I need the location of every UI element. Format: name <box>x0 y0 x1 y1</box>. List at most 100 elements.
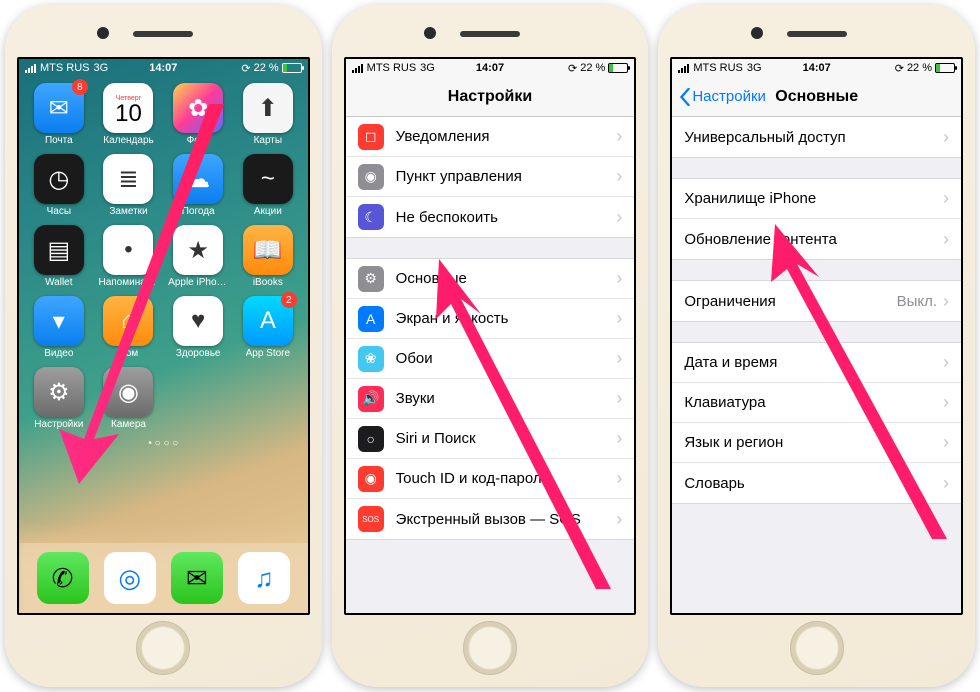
settings-row-Touch ID и код-пароль[interactable]: ◉Touch ID и код-пароль› <box>346 459 635 499</box>
settings-row-Словарь[interactable]: Словарь › <box>672 463 961 503</box>
screen-general: MTS RUS 3G 14:07 ⟳ 22 % Настройки Основн… <box>670 57 963 615</box>
dock-safari[interactable]: ◎ <box>104 552 156 604</box>
chevron-right-icon: › <box>616 428 622 449</box>
settings-row-Обновление контента[interactable]: Обновление контента› <box>672 219 961 259</box>
row-icon: SOS <box>358 506 384 532</box>
badge: 2 <box>281 292 297 308</box>
status-bar: MTS RUS 3G 14:07 ⟳ 22 % <box>346 59 635 77</box>
chevron-left-icon <box>678 88 692 106</box>
carrier-label: MTS RUS <box>693 62 743 74</box>
row-label: Дата и время <box>684 354 777 371</box>
row-label: Не беспокоить <box>396 209 498 226</box>
lock-icon: ⟳ <box>895 62 904 75</box>
back-label: Настройки <box>692 88 766 105</box>
app-Настройки[interactable]: ⚙Настройки <box>27 367 91 430</box>
signal-icon <box>25 64 36 73</box>
home-button[interactable] <box>790 621 844 675</box>
chevron-right-icon: › <box>616 207 622 228</box>
speaker <box>787 31 847 37</box>
row-icon: ◉ <box>358 164 384 190</box>
app-Календарь[interactable]: Четверг10Календарь <box>97 83 161 146</box>
app-Фото[interactable]: ✿Фото <box>166 83 230 146</box>
settings-row-Не беспокоить[interactable]: ☾Не беспокоить› <box>346 197 635 237</box>
row-icon: A <box>358 306 384 332</box>
row-label: Siri и Поиск <box>396 430 476 447</box>
app-Дом[interactable]: ⌂Дом <box>97 296 161 359</box>
row-label: Экран и яркость <box>396 310 509 327</box>
row-label: Клавиатура <box>684 394 765 411</box>
settings-row-Клавиатура[interactable]: Клавиатура› <box>672 383 961 423</box>
row-label: Ограничения <box>684 293 775 310</box>
settings-row-Универсальный доступ[interactable]: Универсальный доступ› <box>672 117 961 157</box>
app-Здоровье[interactable]: ♥Здоровье <box>166 296 230 359</box>
app-Apple iPhon…[interactable]: ★Apple iPhon… <box>166 225 230 288</box>
app-App Store[interactable]: A2App Store <box>236 296 300 359</box>
row-label: Словарь <box>684 475 744 492</box>
app-Почта[interactable]: ✉︎8Почта <box>27 83 91 146</box>
status-bar: MTS RUS 3G 14:07 ⟳ 22 % <box>672 59 961 77</box>
app-label: Камера <box>111 419 146 430</box>
speaker <box>133 31 193 37</box>
app-Карты[interactable]: ⬆Карты <box>236 83 300 146</box>
app-label: Заметки <box>109 206 147 217</box>
settings-row-Звуки[interactable]: 🔊Звуки› <box>346 379 635 419</box>
row-label: Экстренный вызов — SOS <box>396 511 581 528</box>
chevron-right-icon: › <box>943 473 949 494</box>
row-label: Уведомления <box>396 128 490 145</box>
front-camera <box>751 27 763 39</box>
row-label: Хранилище iPhone <box>684 190 816 207</box>
chevron-right-icon: › <box>616 348 622 369</box>
app-label: Календарь <box>103 135 153 146</box>
app-Часы[interactable]: ◷Часы <box>27 154 91 217</box>
carrier-label: MTS RUS <box>367 62 417 74</box>
settings-row-Язык и регион[interactable]: Язык и регион› <box>672 423 961 463</box>
battery-pct: 22 % <box>254 62 279 74</box>
settings-row-Основные[interactable]: ⚙Основные› <box>346 259 635 299</box>
row-label: Обновление контента <box>684 231 837 248</box>
settings-row-Хранилище iPhone[interactable]: Хранилище iPhone› <box>672 179 961 219</box>
app-Камера[interactable]: ◉Камера <box>97 367 161 430</box>
settings-row-Обои[interactable]: ❀Обои› <box>346 339 635 379</box>
settings-list[interactable]: ◻Уведомления›◉Пункт управления›☾Не беспо… <box>346 117 635 613</box>
settings-row-Экран и яркость[interactable]: AЭкран и яркость› <box>346 299 635 339</box>
settings-row-Siri и Поиск[interactable]: ○Siri и Поиск› <box>346 419 635 459</box>
row-icon: ◉ <box>358 466 384 492</box>
chevron-right-icon: › <box>943 432 949 453</box>
settings-row-Ограничения[interactable]: ОграниченияВыкл.› <box>672 281 961 321</box>
lock-icon: ⟳ <box>568 62 577 75</box>
app-Видео[interactable]: ▾Видео <box>27 296 91 359</box>
app-label: Wallet <box>45 277 72 288</box>
app-label: Видео <box>44 348 73 359</box>
chevron-right-icon: › <box>616 509 622 530</box>
home-button[interactable] <box>136 621 190 675</box>
badge: 8 <box>72 79 88 95</box>
app-grid: ✉︎8ПочтаЧетверг10Календарь✿Фото⬆Карты ◷Ча… <box>19 77 308 436</box>
page-dots[interactable]: • ○ ○ ○ <box>19 438 308 449</box>
chevron-right-icon: › <box>616 268 622 289</box>
app-Напоминания[interactable]: •Напоминания <box>97 225 161 288</box>
settings-row-Дата и время[interactable]: Дата и время› <box>672 343 961 383</box>
home-button[interactable] <box>463 621 517 675</box>
general-list[interactable]: Универсальный доступ› Хранилище iPhone›О… <box>672 117 961 613</box>
app-iBooks[interactable]: 📖iBooks <box>236 225 300 288</box>
app-Wallet[interactable]: ▤Wallet <box>27 225 91 288</box>
phone-general: MTS RUS 3G 14:07 ⟳ 22 % Настройки Основн… <box>658 5 975 687</box>
app-Заметки[interactable]: ≣Заметки <box>97 154 161 217</box>
dock-messages[interactable]: ✉ <box>171 552 223 604</box>
settings-row-Экстренный вызов — SOS[interactable]: SOS Экстренный вызов — SOS › <box>346 499 635 539</box>
app-Акции[interactable]: ~Акции <box>236 154 300 217</box>
settings-row-Пункт управления[interactable]: ◉Пункт управления› <box>346 157 635 197</box>
app-label: Фото <box>187 135 210 146</box>
dock-music[interactable]: ♫ <box>238 552 290 604</box>
app-Погода[interactable]: ☁Погода <box>166 154 230 217</box>
app-label: Карты <box>254 135 283 146</box>
clock-label: 14:07 <box>149 62 177 74</box>
page-title: Основные <box>775 88 858 106</box>
app-label: Apple iPhon… <box>168 277 228 288</box>
chevron-right-icon: › <box>943 291 949 312</box>
back-button[interactable]: Настройки <box>678 77 766 116</box>
app-label: Напоминания <box>98 277 158 288</box>
app-label: Настройки <box>34 419 83 430</box>
dock-phone[interactable]: ✆ <box>37 552 89 604</box>
settings-row-Уведомления[interactable]: ◻Уведомления› <box>346 117 635 157</box>
